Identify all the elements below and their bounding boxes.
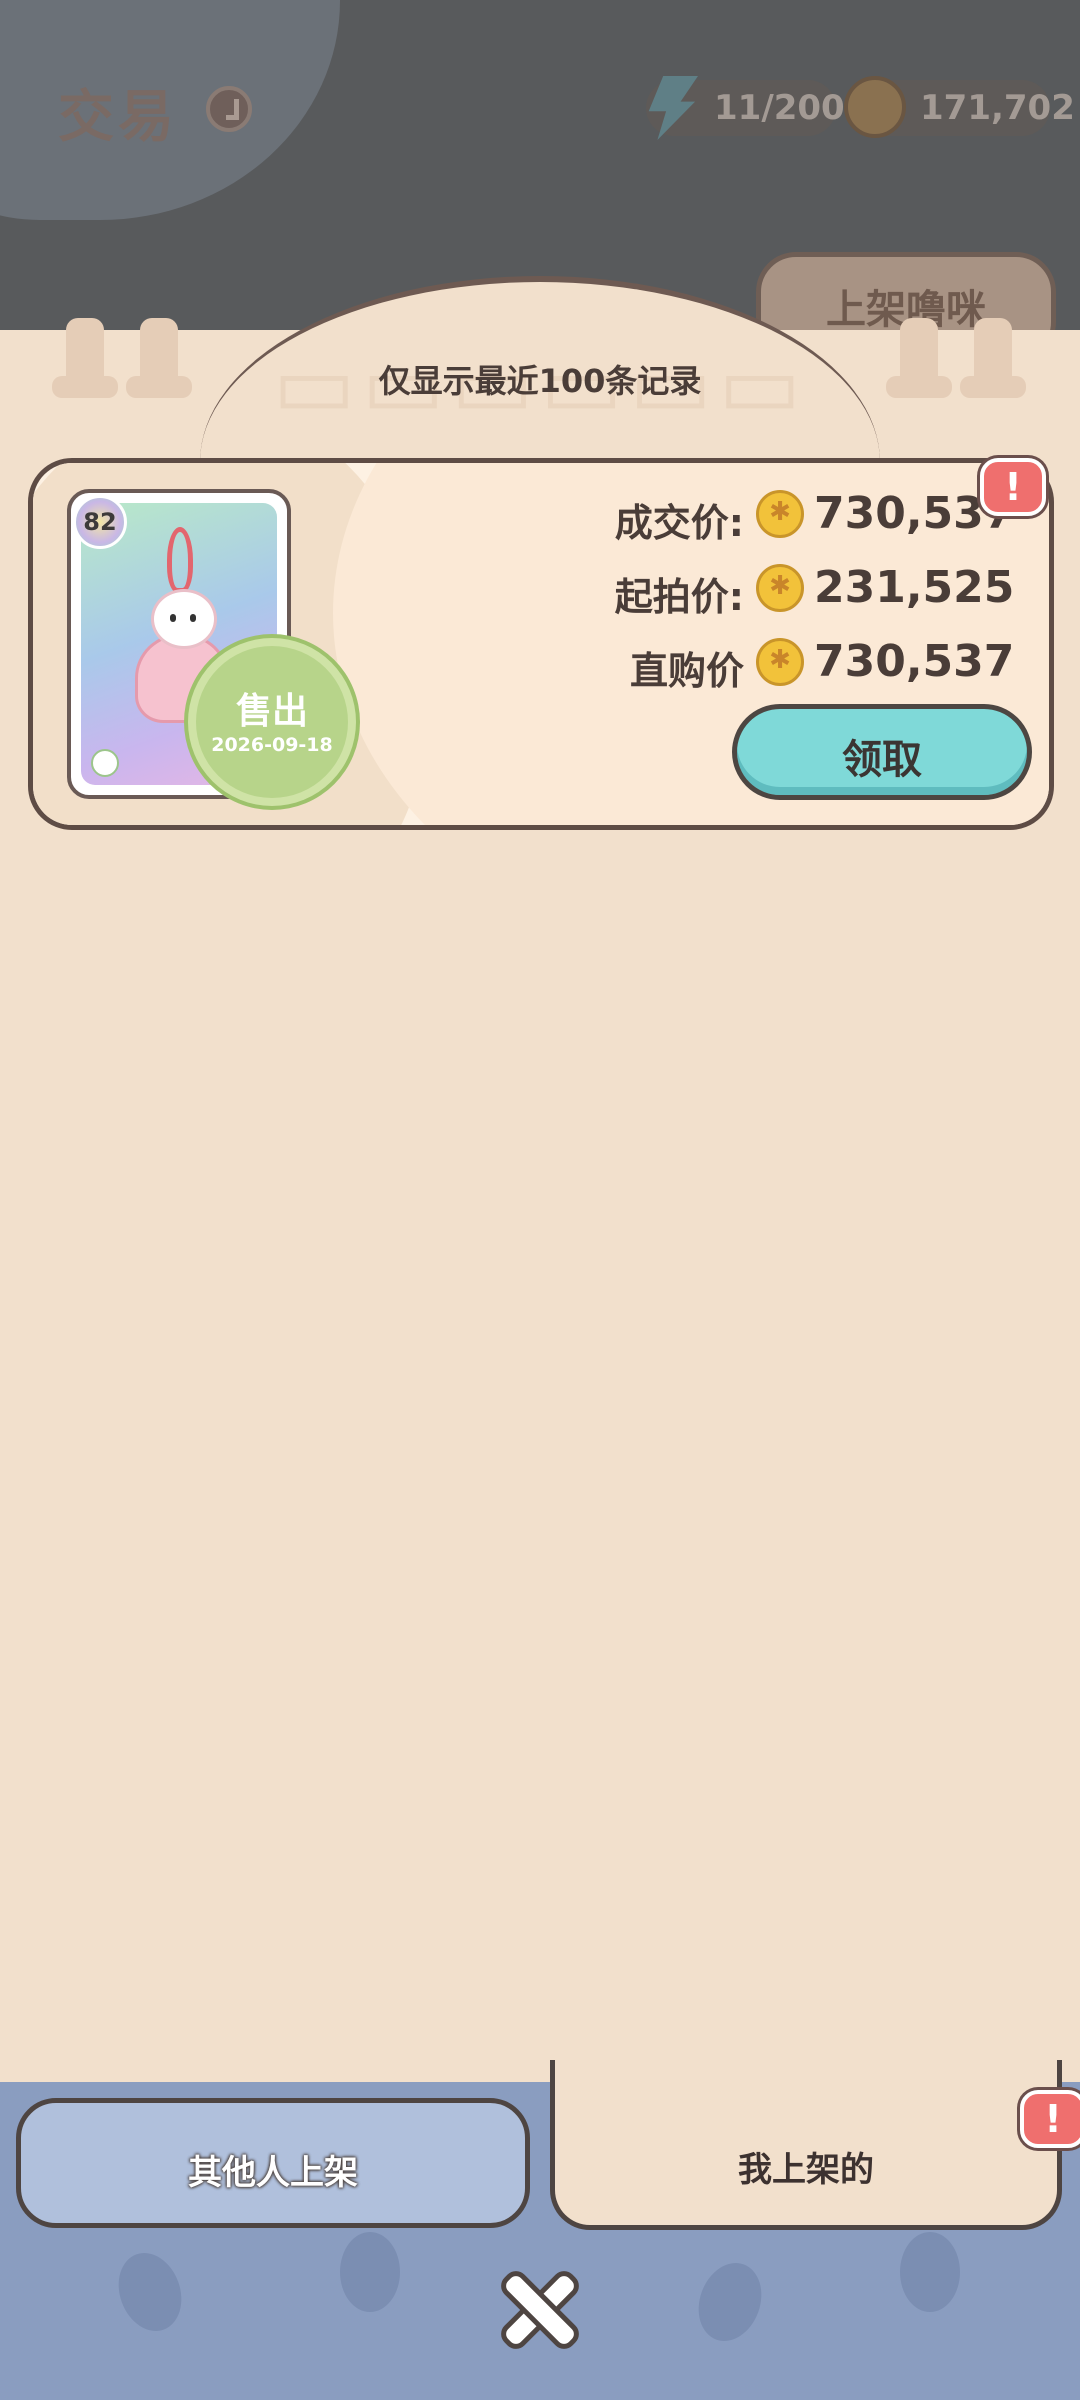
coin-counter: 171,702 bbox=[844, 76, 1075, 138]
leaf-icon bbox=[91, 749, 119, 777]
sold-stamp-date: 2026-09-18 bbox=[211, 734, 333, 756]
record-alert-icon bbox=[980, 458, 1046, 516]
start-price-label: 起拍价: bbox=[614, 575, 744, 619]
tab-alert-icon bbox=[1020, 2090, 1080, 2148]
buyout-price-value: 730,537 bbox=[814, 636, 1015, 687]
buyout-price-label: 直购价 bbox=[629, 649, 744, 693]
tab-others-label: 其他人上架 bbox=[188, 2153, 358, 2193]
claim-button[interactable]: 领取 bbox=[732, 704, 1032, 800]
close-icon[interactable] bbox=[496, 2266, 584, 2354]
claim-button-label: 领取 bbox=[842, 737, 922, 783]
coin-value: 171,702 bbox=[920, 88, 1075, 128]
pet-eye bbox=[170, 614, 176, 622]
history-clock-icon[interactable] bbox=[206, 86, 252, 132]
energy-counter: 11/200 bbox=[646, 76, 845, 140]
page-title: 交易 bbox=[58, 85, 178, 150]
sold-stamp: 售出 2026-09-18 bbox=[196, 646, 348, 798]
deal-price-label: 成交价: bbox=[614, 501, 744, 545]
paw-decoration bbox=[688, 2254, 772, 2350]
coin-icon bbox=[844, 76, 906, 138]
start-price-value: 231,525 bbox=[814, 562, 1015, 613]
energy-icon bbox=[648, 76, 698, 140]
tab-my-listings[interactable]: 我上架的 bbox=[550, 2060, 1062, 2230]
energy-value: 11/200 bbox=[714, 88, 845, 128]
pet-ribbon bbox=[167, 527, 193, 593]
coin-icon bbox=[756, 638, 804, 686]
pet-head bbox=[151, 589, 217, 649]
paw-decoration bbox=[340, 2232, 400, 2312]
coin-icon bbox=[756, 490, 804, 538]
paw-decoration bbox=[108, 2244, 192, 2340]
tab-others-listings[interactable]: 其他人上架 bbox=[16, 2098, 530, 2228]
coin-icon bbox=[756, 564, 804, 612]
records-subtitle: 仅显示最近100条记录 bbox=[378, 362, 702, 400]
tab-mine-label: 我上架的 bbox=[738, 2150, 874, 2190]
pet-eye bbox=[190, 614, 196, 622]
sold-stamp-text: 售出 bbox=[235, 691, 308, 732]
paw-decoration bbox=[900, 2232, 960, 2312]
level-badge: 82 bbox=[73, 495, 127, 549]
